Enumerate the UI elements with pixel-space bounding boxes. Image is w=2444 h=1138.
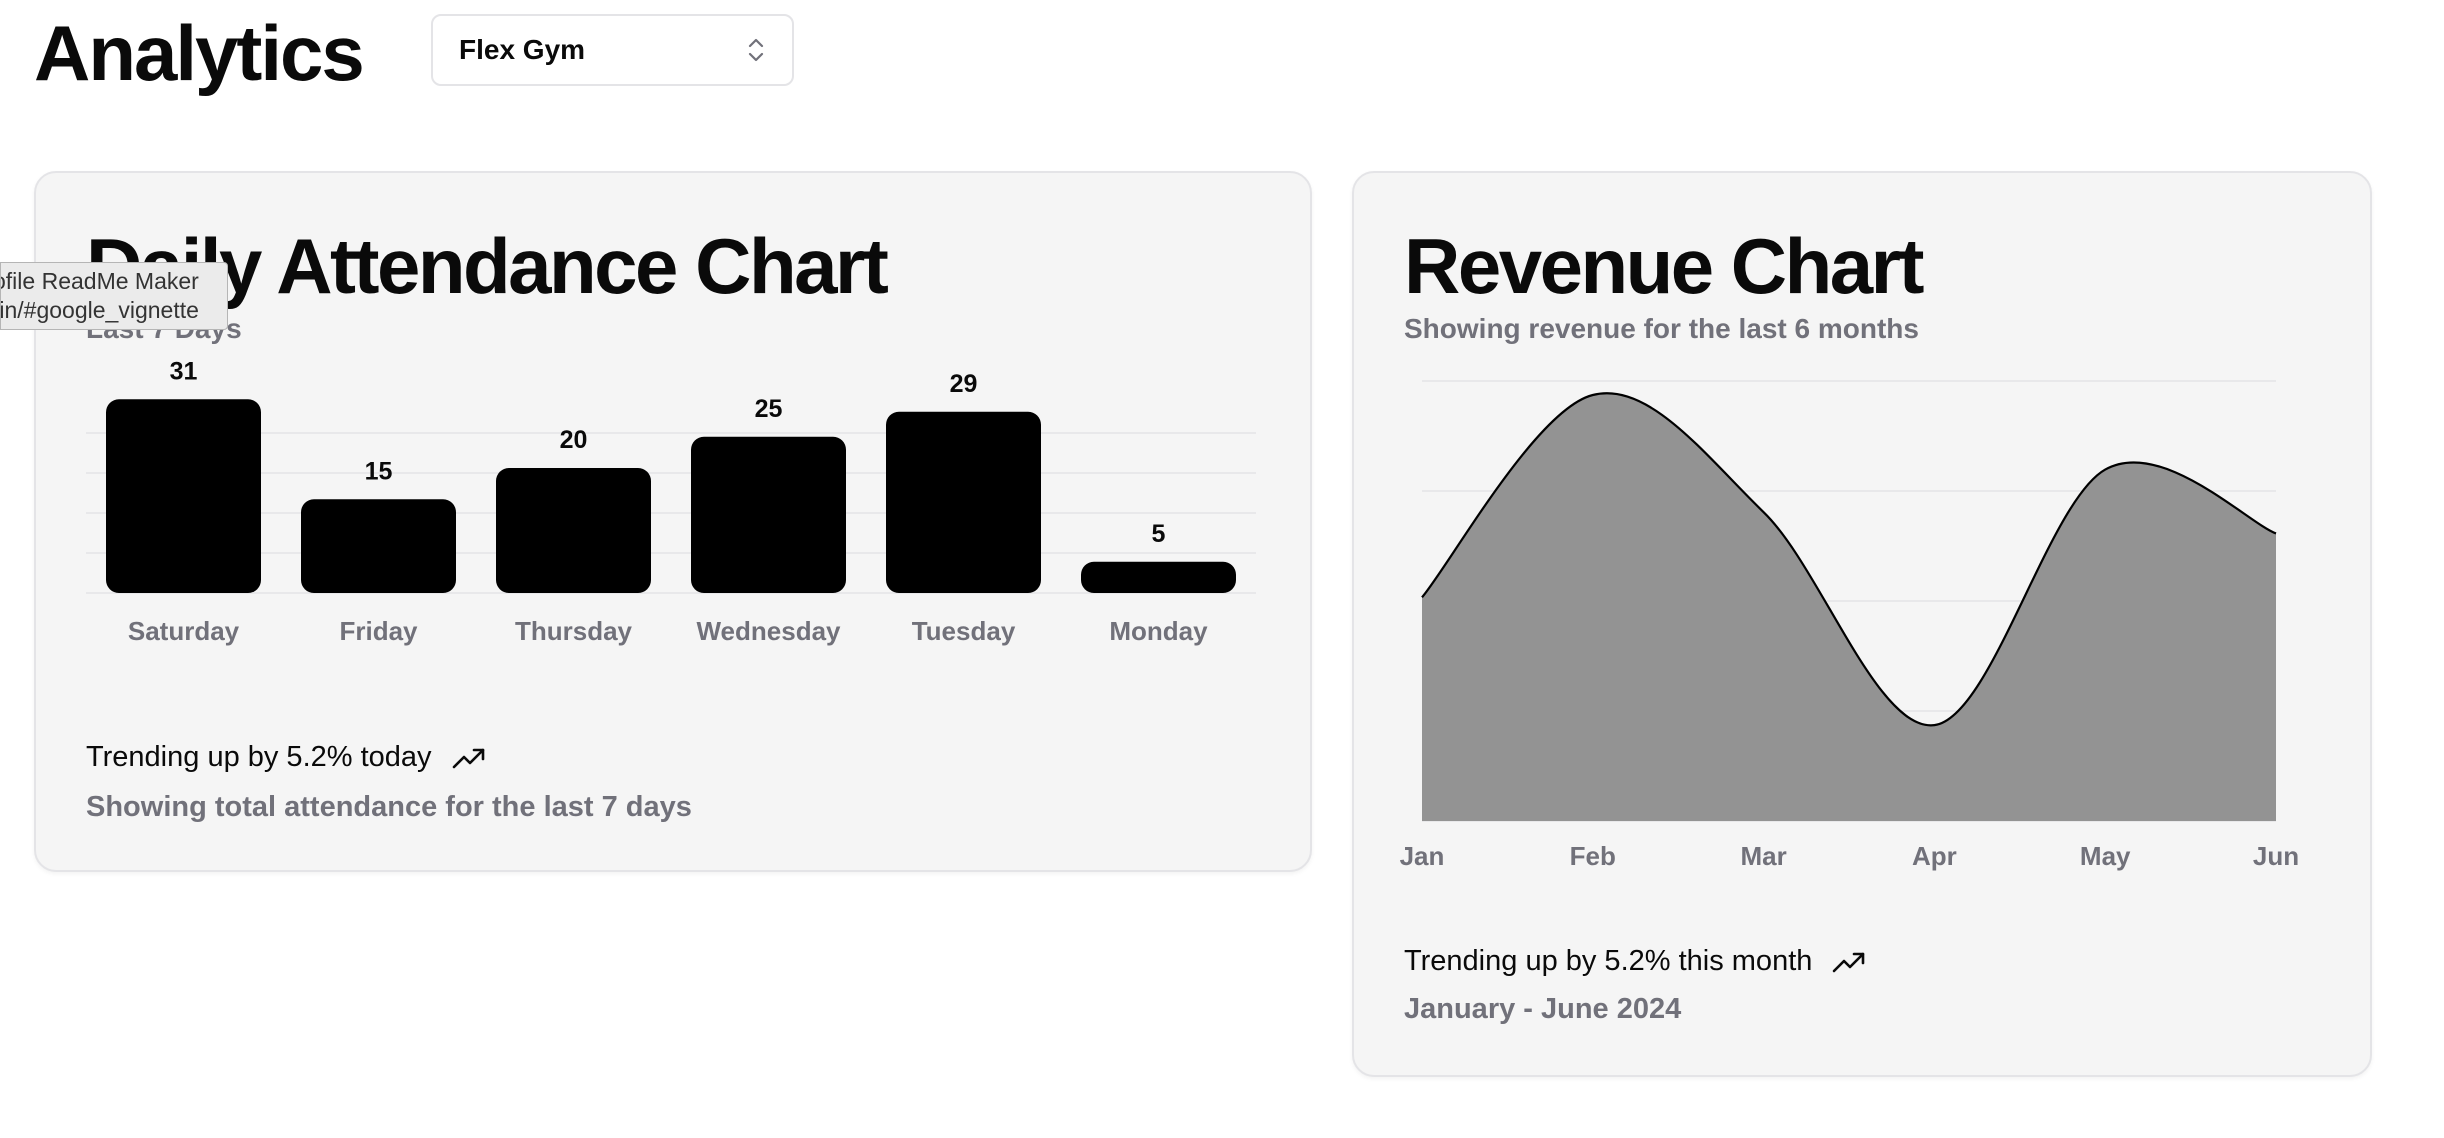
x-tick-label: Saturday [128,616,240,646]
gym-select[interactable]: Flex Gym [431,14,794,86]
chevron-up-down-icon [748,38,764,62]
page-title: Analytics [34,9,365,97]
x-tick-label: Apr [1912,841,1957,871]
revenue-card: Revenue Chart Showing revenue for the la… [1352,171,2372,1077]
bar-tuesday [886,411,1041,593]
x-tick-label: Jun [2253,841,2299,871]
bar-monday [1081,561,1236,593]
bar-thursday [496,468,651,593]
bar-wednesday [691,436,846,593]
tooltip-line-2: .in/#google_vignette [0,297,199,323]
x-tick-label: Feb [1570,841,1616,871]
x-tick-label: Wednesday [696,616,841,646]
revenue-footer: January - June 2024 [1404,993,1682,1025]
tooltip-line-1: ofile ReadMe Maker [0,268,199,294]
gym-select-value: Flex Gym [459,34,586,65]
attendance-footer: Showing total attendance for the last 7 … [86,791,692,823]
trending-up-icon [452,748,484,768]
x-tick-label: Thursday [515,616,633,646]
revenue-title: Revenue Chart [1404,222,1925,310]
attendance-trend: Trending up by 5.2% today [86,741,486,774]
bar-value-label: 15 [365,457,393,485]
bar-value-label: 29 [950,370,978,398]
revenue-trend: Trending up by 5.2% this month [1404,945,1866,978]
bar-value-label: 31 [170,357,198,385]
attendance-bar-chart: 31 Saturday 15 Friday 20 Thursday 25 Wednesday 2… [86,357,1256,646]
revenue-trend-text: Trending up by 5.2% this month [1404,945,1813,977]
x-tick-label: May [2080,841,2131,871]
bar-friday [301,499,456,593]
revenue-area [1422,393,2276,821]
x-tick-label: Friday [339,616,418,646]
bar-value-label: 5 [1152,520,1166,548]
x-tick-label: Mar [1740,841,1786,871]
trending-up-icon [1833,952,1865,972]
bar-value-label: 20 [560,426,588,454]
attendance-trend-text: Trending up by 5.2% today [86,741,432,773]
x-tick-label: Monday [1109,616,1208,646]
bar-value-label: 25 [755,395,783,423]
bar-saturday [106,399,261,593]
url-tooltip: ofile ReadMe Maker .in/#google_vignette [0,262,228,330]
revenue-subtitle: Showing revenue for the last 6 months [1404,313,1919,344]
x-tick-label: Tuesday [912,616,1016,646]
revenue-area-chart: Jan Feb Mar Apr May Jun [1400,380,2299,871]
x-tick-label: Jan [1400,841,1445,871]
